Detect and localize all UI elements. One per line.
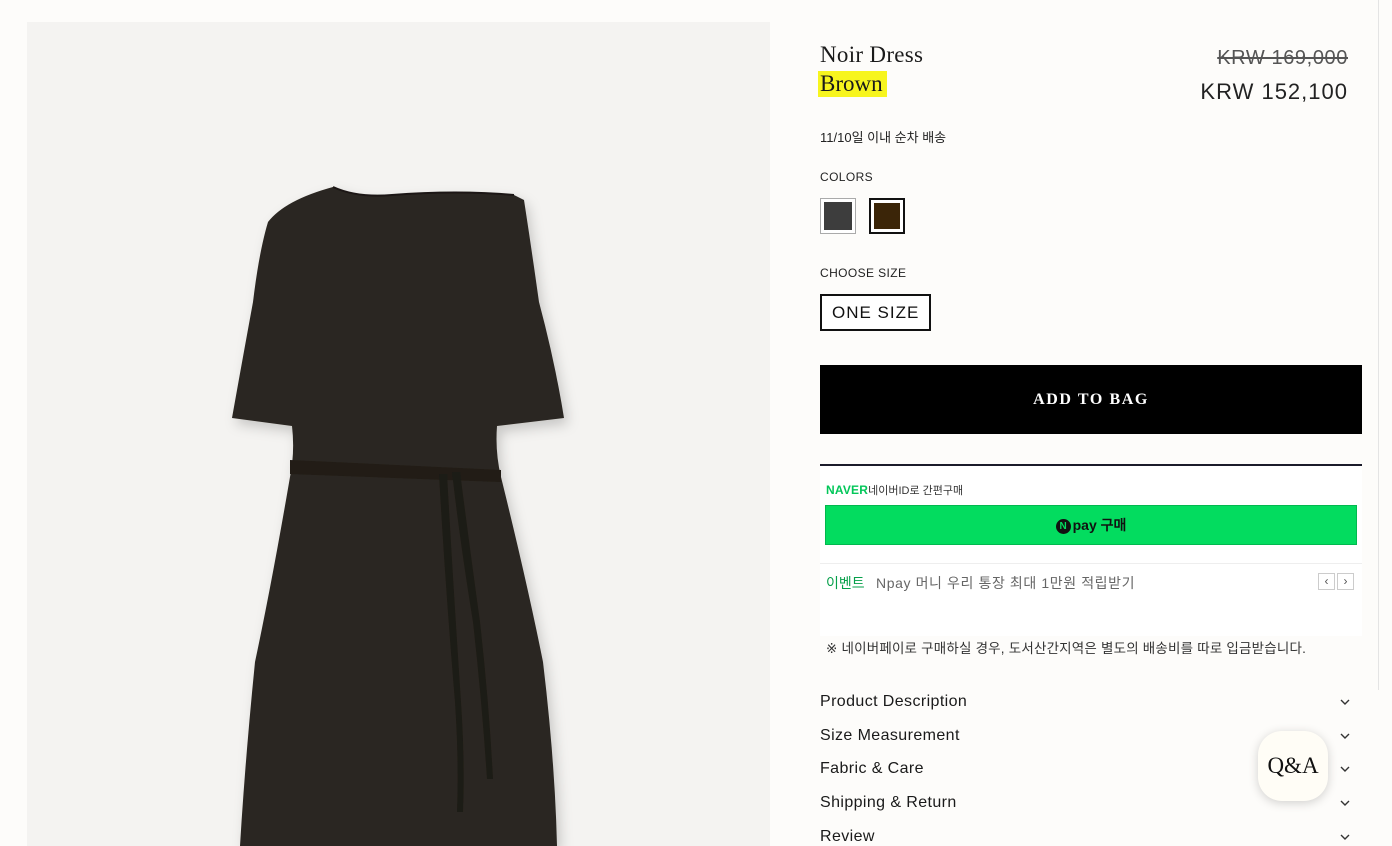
chevron-down-icon — [1340, 834, 1350, 840]
size-label: CHOOSE SIZE — [820, 266, 907, 280]
sale-price: KRW 152,100 — [1200, 79, 1348, 104]
chevron-down-icon — [1340, 733, 1350, 739]
chevron-down-icon — [1340, 800, 1350, 806]
npay-notice: ※ 네이버페이로 구매하실 경우, 도서산간지역은 별도의 배송비를 따로 입금… — [826, 641, 1307, 656]
scrollbar-track[interactable] — [1378, 0, 1379, 690]
accordion-label: Review — [820, 828, 875, 845]
naver-id-line: NAVER네이버ID로 간편구매 — [826, 482, 963, 498]
naver-pay-box: NAVER네이버ID로 간편구매 Npay 구매 이벤트 Npay 머니 우리 … — [820, 464, 1362, 636]
accordion-label: Fabric & Care — [820, 760, 924, 777]
event-next-button[interactable]: › — [1337, 573, 1354, 590]
size-option-one-size[interactable]: ONE SIZE — [820, 294, 932, 331]
chevron-down-icon — [1340, 766, 1350, 772]
original-price: KRW 169,000 — [1217, 47, 1348, 69]
event-tag: 이벤트 — [826, 575, 865, 591]
event-prev-button[interactable]: ‹ — [1318, 573, 1335, 590]
accordion-product-description[interactable]: Product Description — [820, 693, 1350, 711]
add-to-bag-button[interactable]: ADD TO BAG — [820, 365, 1362, 434]
shipping-note: 11/10일 이내 순차 배송 — [820, 130, 947, 145]
color-swatch-brown[interactable] — [869, 198, 905, 234]
naver-logo: NAVER — [826, 483, 869, 497]
naver-id-text: 네이버ID로 간편구매 — [868, 485, 964, 497]
swatch-fill — [824, 202, 852, 230]
product-color-name: Brown — [818, 71, 887, 97]
color-swatch-charcoal[interactable] — [820, 198, 856, 234]
accordion-review[interactable]: Review — [820, 828, 1350, 846]
accordion-label: Shipping & Return — [820, 794, 957, 811]
event-text[interactable]: Npay 머니 우리 통장 최대 1만원 적립받기 — [876, 573, 1135, 593]
npay-event-row: 이벤트 Npay 머니 우리 통장 최대 1만원 적립받기 ‹ › — [820, 563, 1362, 596]
colors-label: COLORS — [820, 170, 874, 184]
npay-buy-label: pay 구매 — [1072, 517, 1127, 533]
product-image-gallery[interactable] — [27, 22, 770, 846]
accordion-label: Product Description — [820, 693, 968, 710]
npay-n-icon: N — [1055, 519, 1071, 534]
qa-floating-button[interactable]: Q&A — [1258, 731, 1328, 801]
chevron-down-icon — [1340, 699, 1350, 705]
dress-image — [232, 186, 564, 846]
swatch-fill — [874, 203, 900, 229]
product-name: Noir Dress — [820, 42, 924, 67]
npay-buy-button[interactable]: Npay 구매 — [825, 505, 1357, 545]
accordion-label: Size Measurement — [820, 727, 960, 744]
